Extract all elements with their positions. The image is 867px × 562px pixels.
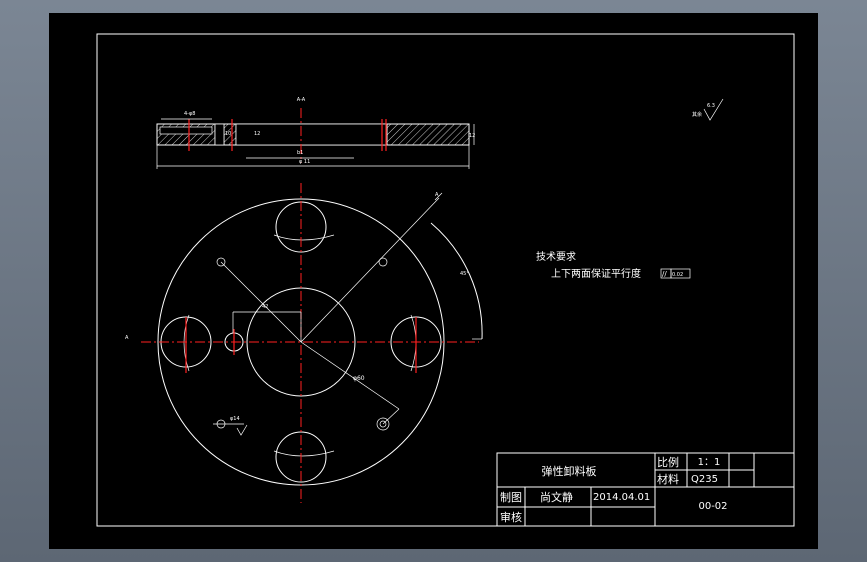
material-label: 材料 bbox=[657, 472, 679, 486]
view-mark-top: A bbox=[435, 192, 439, 198]
dim-b1: b1 bbox=[297, 150, 303, 156]
tolerance-value: 0.02 bbox=[672, 272, 683, 278]
plan-view: 42 φ60 φ14 45° A A bbox=[125, 183, 483, 503]
drawn-date: 2014.04.01 bbox=[593, 492, 650, 503]
roughness-prefix: 其余 bbox=[692, 111, 702, 118]
title-block: 弹性卸料板 比例 1：1 材料 Q235 制图 尚文静 2014.04.01 审… bbox=[496, 452, 795, 527]
part-name: 弹性卸料板 bbox=[542, 464, 597, 478]
hatch-right bbox=[386, 123, 470, 146]
roughness-symbol: 6.3 其余 bbox=[692, 98, 724, 121]
roughness-value: 6.3 bbox=[707, 103, 715, 109]
drawing-canvas: A-A 4-φ8 b1 φ 11 12 10 12 6.3 其余 42 φ60 … bbox=[96, 33, 795, 527]
dim-diameter: φ60 bbox=[353, 375, 365, 382]
dim-thickness: 12 bbox=[469, 133, 475, 139]
tolerance-symbol: // bbox=[662, 270, 667, 278]
tech-req-line: 上下两面保证平行度 bbox=[551, 267, 641, 280]
check-label: 审核 bbox=[500, 510, 522, 524]
cad-viewport[interactable]: A-A 4-φ8 b1 φ 11 12 10 12 6.3 其余 42 φ60 … bbox=[49, 13, 818, 549]
drawing-number: 00-02 bbox=[698, 501, 727, 512]
section-view: A-A 4-φ8 b1 φ 11 12 10 12 bbox=[156, 97, 475, 169]
dim-radius: 42 bbox=[262, 304, 268, 310]
drawn-label: 制图 bbox=[500, 491, 522, 504]
tech-req-heading: 技术要求 bbox=[536, 250, 576, 263]
dim-small-b: 12 bbox=[254, 131, 260, 137]
technical-requirements: 技术要求 上下两面保证平行度 // 0.02 bbox=[536, 250, 691, 280]
section-label: A-A bbox=[297, 97, 306, 103]
dim-b1-total: φ 11 bbox=[299, 159, 310, 165]
dim-angle: 45° bbox=[460, 271, 469, 277]
dim-phi-small: 4-φ8 bbox=[184, 111, 195, 117]
dim-small-a: 10 bbox=[225, 131, 231, 137]
view-mark-left: A bbox=[125, 335, 129, 341]
drawn-by: 尚文静 bbox=[540, 490, 573, 504]
scale-value: 1：1 bbox=[698, 457, 721, 468]
dim-hole: φ14 bbox=[230, 416, 240, 422]
drawing-border bbox=[96, 33, 795, 527]
material-value: Q235 bbox=[691, 474, 718, 485]
angle-arc bbox=[430, 222, 483, 340]
scale-label: 比例 bbox=[657, 455, 679, 469]
